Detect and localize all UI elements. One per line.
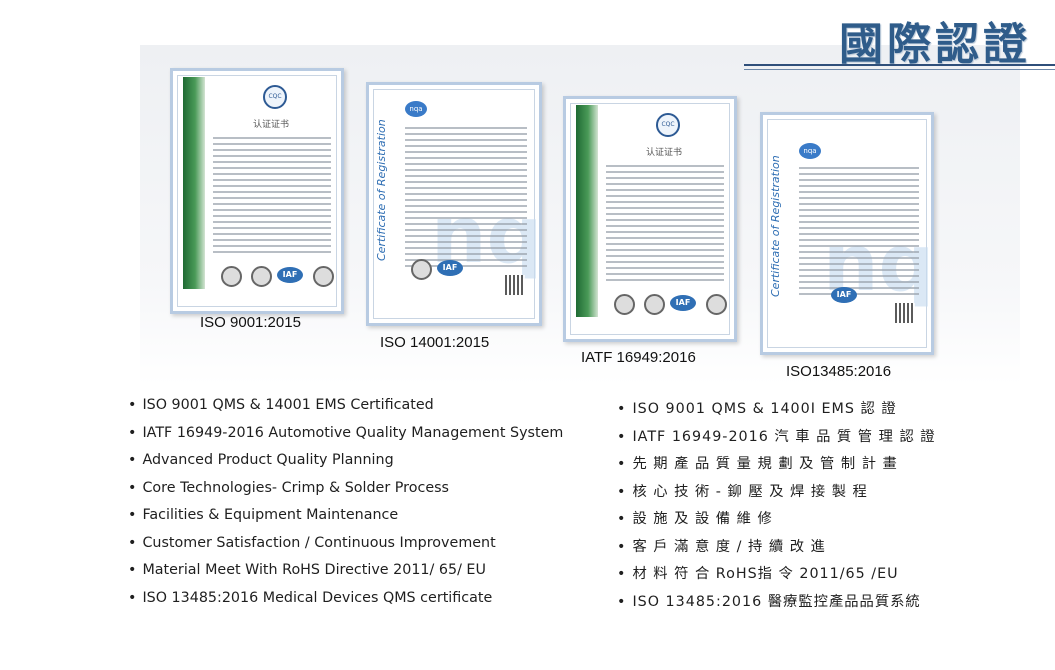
list-item: 材 料 符 合 RoHS指 令 2011/65 /EU — [617, 562, 936, 590]
certificate-heading: 认证证书 — [646, 148, 683, 158]
cqc-logo-icon: CQC — [263, 85, 287, 109]
list-item: IATF 16949-2016 Automotive Quality Manag… — [128, 425, 563, 453]
certificate-iso9001: CQC 认证证书 IAF — [170, 68, 344, 314]
list-item: 設 施 及 設 備 維 修 — [617, 507, 936, 535]
certificate-iso13485: Certificate of Registration nqa nqa IAF — [760, 112, 934, 355]
certificate-heading: 认证证书 — [253, 120, 290, 130]
cnas-icon — [644, 294, 665, 315]
caption-iso13485: ISO13485:2016 — [786, 363, 892, 380]
nqa-logo-icon: nqa — [799, 143, 821, 159]
list-item: ISO 13485:2016 醫療監控產品品質系統 — [617, 590, 936, 618]
certificate-text-lines — [405, 127, 527, 271]
qr-code-icon — [505, 275, 525, 295]
title-underline — [744, 64, 1055, 66]
list-item: 先 期 產 品 質 量 規 劃 及 管 制 計 畫 — [617, 452, 936, 480]
certificate-text-lines — [799, 167, 919, 299]
iaf-icon: IAF — [437, 260, 463, 276]
nqa-logo-icon: nqa — [405, 101, 427, 117]
seal-icon — [706, 294, 727, 315]
certificate-stripe — [183, 77, 205, 289]
caption-iatf16949: IATF 16949:2016 — [581, 349, 696, 366]
certificate-vertical-title: Certificate of Registration — [375, 119, 388, 261]
list-item: Advanced Product Quality Planning — [128, 452, 563, 480]
certificate-iso14001: Certificate of Registration nqa nqa IAF — [366, 82, 542, 326]
list-item: Customer Satisfaction / Continuous Impro… — [128, 535, 563, 563]
capability-list-chinese: ISO 9001 QMS & 1400I EMS 認 證 IATF 16949-… — [617, 397, 936, 617]
capability-list-english: ISO 9001 QMS & 14001 EMS Certificated IA… — [128, 397, 563, 617]
list-item: Facilities & Equipment Maintenance — [128, 507, 563, 535]
list-item: IATF 16949-2016 汽 車 品 質 管 理 認 證 — [617, 425, 936, 453]
iaf-icon: IAF — [277, 267, 303, 283]
list-item: ISO 9001 QMS & 1400I EMS 認 證 — [617, 397, 936, 425]
list-item: Core Technologies- Crimp & Solder Proces… — [128, 480, 563, 508]
iaf-icon: IAF — [670, 295, 696, 311]
seal-icon — [313, 266, 334, 287]
list-item: ISO 9001 QMS & 14001 EMS Certificated — [128, 397, 563, 425]
certificate-text-lines — [606, 165, 724, 285]
list-item: 客 戶 滿 意 度 / 持 續 改 進 — [617, 535, 936, 563]
seal-icon — [221, 266, 242, 287]
caption-iso9001: ISO 9001:2015 — [200, 314, 301, 331]
seal-icon — [411, 259, 432, 280]
title-underline-thin — [744, 69, 1055, 70]
qr-code-icon — [895, 303, 915, 323]
certificate-vertical-title: Certificate of Registration — [769, 155, 782, 297]
seal-icon — [614, 294, 635, 315]
certificate-text-lines — [213, 137, 331, 257]
cqc-logo-icon: CQC — [656, 113, 680, 137]
caption-iso14001: ISO 14001:2015 — [380, 334, 490, 351]
list-item: Material Meet With RoHS Directive 2011/ … — [128, 562, 563, 590]
certificate-iatf16949: CQC 认证证书 IAF — [563, 96, 737, 342]
list-item: ISO 13485:2016 Medical Devices QMS certi… — [128, 590, 563, 618]
iaf-icon: IAF — [831, 287, 857, 303]
certificate-stripe — [576, 105, 598, 317]
cnas-icon — [251, 266, 272, 287]
page-title: 國際認證 — [839, 19, 1031, 70]
list-item: 核 心 技 術 - 鉚 壓 及 焊 接 製 程 — [617, 480, 936, 508]
